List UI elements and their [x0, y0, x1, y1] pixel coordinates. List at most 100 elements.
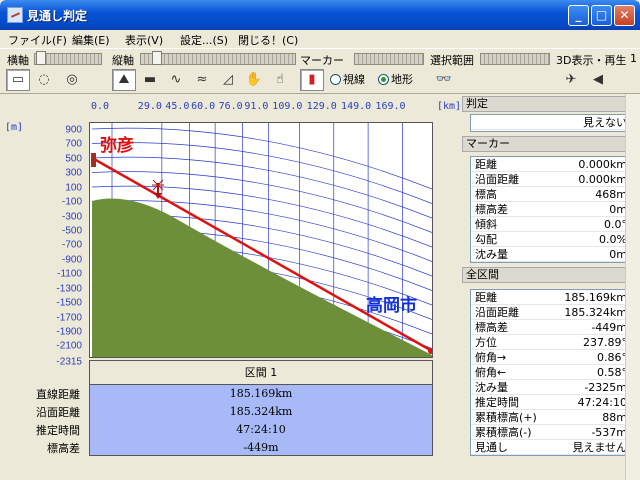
x-tick-label: 60.0	[191, 101, 216, 112]
all-sections-row: 推定時間 47:24:10	[471, 395, 633, 410]
all-sections-key: 標高差	[475, 321, 508, 334]
x-axis-label: 横軸	[7, 54, 29, 67]
right-scrollbar[interactable]	[625, 94, 640, 480]
marker-slider[interactable]	[354, 53, 424, 65]
all-sections-value: 0.86°	[597, 351, 627, 364]
y-axis-slider-thumb[interactable]	[152, 51, 162, 65]
marker-row: 沈み量 0m	[471, 247, 633, 262]
range-label: 選択範囲	[430, 54, 474, 67]
marker-pin-button[interactable]: ▮	[300, 69, 324, 91]
rewind-button[interactable]: ◀	[588, 69, 608, 91]
all-sections-value: 237.89°	[583, 336, 627, 349]
y-gridline	[91, 142, 432, 204]
x-tick-label: 91.0	[244, 101, 269, 112]
wave-button-2[interactable]: ≈	[190, 69, 214, 91]
y-tick-label: 300	[65, 167, 82, 179]
profile-svg: 弥彦 高岡市	[91, 123, 432, 357]
all-sections-key: 俯角←	[475, 366, 507, 379]
marker-row: 標高 468m	[471, 187, 633, 202]
radio-sightline-circle[interactable]	[330, 74, 341, 85]
all-sections-value: -537m	[591, 426, 627, 439]
ruler-icon: ▭	[11, 72, 25, 87]
all-sections-key: 累積標高(+)	[475, 411, 537, 424]
x-tick-label: 76.0	[218, 101, 243, 112]
section-labels: 直線距離 沿面距離 推定時間 標高差	[0, 386, 80, 458]
marker-row: 距離 0.000km	[471, 157, 633, 172]
all-sections-row: 俯角→ 0.86°	[471, 350, 633, 365]
marker-table: 距離 0.000km 沿面距離 0.000km 標高 468m 標高差 0m 傾斜 0.0° 勾配 0…	[470, 156, 634, 263]
flat-bar-icon: ▬	[143, 72, 157, 87]
all-sections-row: 沈み量 -2325m	[471, 380, 633, 395]
maximize-button[interactable]: □	[591, 5, 612, 26]
all-sections-row: 距離 185.169km	[471, 290, 633, 305]
section-label-elev-diff: 標高差	[47, 442, 80, 455]
y-tick-label: -300	[61, 211, 82, 223]
y-axis-slider[interactable]	[140, 53, 296, 65]
flat-bar-button[interactable]: ▬	[138, 69, 162, 91]
y-tick-label: 700	[65, 138, 82, 150]
judgement-header[interactable]: 判定	[462, 96, 634, 112]
y-tick-label: -700	[61, 239, 82, 251]
x-tick-label: 149.0	[341, 101, 372, 112]
x-tick-label: 109.0	[272, 101, 303, 112]
radio-sightline[interactable]: 視線	[330, 71, 365, 87]
marker-pin-icon: ▮	[308, 72, 316, 87]
section-value-time: 47:24:10	[236, 423, 286, 436]
radio-terrain[interactable]: 地形	[378, 71, 413, 87]
view3d-value: 1	[630, 52, 637, 65]
3d-button[interactable]: ✈	[558, 69, 584, 91]
minimize-button[interactable]: _	[568, 5, 589, 26]
all-sections-row: 累積標高(-) -537m	[471, 425, 633, 440]
menu-settings[interactable]: 設定...(S)	[180, 32, 228, 48]
all-sections-key: 沈み量	[475, 381, 508, 394]
wave-button[interactable]: ∿	[164, 69, 188, 91]
hand-button[interactable]: ✋	[242, 69, 266, 91]
circle-button[interactable]: ◌	[32, 69, 56, 91]
section-value-straight: 185.169km	[229, 387, 293, 400]
x-axis: 0.0 29.0 45.0 60.0 76.0 91.0 109.0 129.0 149.0 16…	[88, 101, 460, 115]
ruler-button[interactable]: ▭	[6, 69, 30, 91]
binoculars-button[interactable]: 👓	[430, 69, 458, 91]
marker-key: 距離	[475, 158, 497, 171]
all-sections-header[interactable]: 全区間	[462, 267, 634, 283]
marker-header[interactable]: マーカー	[462, 136, 634, 152]
marker-key: 標高差	[475, 203, 508, 216]
app-icon	[7, 7, 23, 23]
marker-key: 沈み量	[475, 248, 508, 261]
y-tick-label: -1300	[56, 283, 82, 295]
mountain-button[interactable]: ⛰	[112, 69, 136, 91]
start-place-label: 弥彦	[100, 135, 134, 155]
y-tick-label: -2315	[56, 356, 82, 368]
section-label-surface: 沿面距離	[36, 406, 80, 419]
marker-value: 0.000km	[578, 173, 627, 186]
marker-label: マーカー	[300, 54, 344, 67]
hand-button-2[interactable]: ☝	[268, 69, 292, 91]
hand-icon-2: ☝	[276, 72, 284, 87]
menu-edit[interactable]: 編集(E)	[72, 32, 110, 48]
y-tick-label: -900	[61, 254, 82, 266]
radio-terrain-circle[interactable]	[378, 74, 389, 85]
section-value-surface: 185.324km	[229, 405, 293, 418]
terrain-area	[92, 198, 432, 357]
section-header[interactable]: 区間 1	[90, 361, 432, 385]
section-label-straight: 直線距離	[36, 388, 80, 401]
circle-zoom-button[interactable]: ◎	[60, 69, 84, 91]
info-panel: 判定 見えない マーカー 距離 0.000km 沿面距離 0.000km 標高 468m 標…	[462, 94, 640, 480]
window-title: 見通し判定	[27, 9, 88, 23]
wave-icon-2: ≈	[196, 72, 208, 87]
range-slider[interactable]	[480, 53, 550, 65]
title-bar[interactable]: 見通し判定 _ □ ✕	[0, 0, 640, 30]
y-gridline	[91, 127, 432, 190]
menu-file[interactable]: ファイル(F)	[8, 32, 67, 48]
x-axis-slider-thumb[interactable]	[36, 51, 46, 65]
slope-button[interactable]: ◿	[216, 69, 240, 91]
menu-close[interactable]: 閉じる！(C)	[238, 32, 298, 48]
y-tick-label: 500	[65, 153, 82, 165]
section-value-elev-diff: -449m	[243, 441, 279, 454]
marker-key: 標高	[475, 188, 497, 201]
y-tick-label: -100	[61, 196, 82, 208]
menu-view[interactable]: 表示(V)	[125, 32, 163, 48]
profile-plot[interactable]: 弥彦 高岡市	[89, 122, 433, 358]
all-sections-value: -449m	[591, 321, 627, 334]
close-button[interactable]: ✕	[614, 5, 635, 26]
